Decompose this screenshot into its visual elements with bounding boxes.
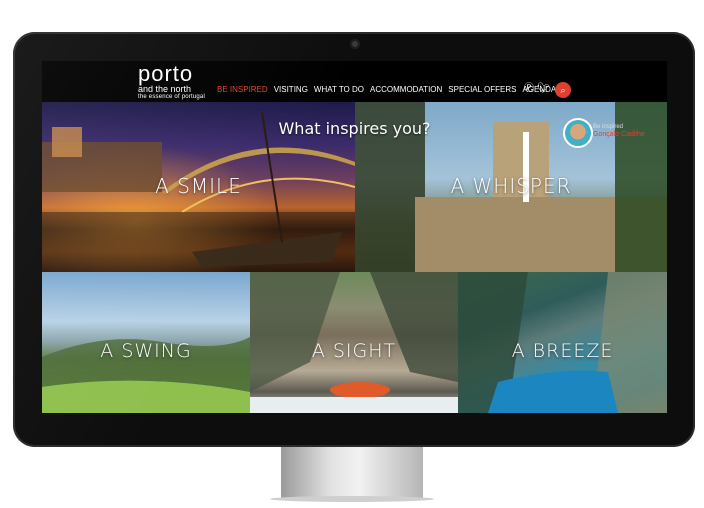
stand-shadow [270,496,434,502]
nav-item-accommodation[interactable]: ACCOMMODATION [370,85,442,94]
nav-item-special-offers[interactable]: SPECIAL OFFERS [448,85,516,94]
tile-label: A SWING [100,340,192,362]
tile-a-breeze[interactable]: A BREEZE [458,272,667,413]
avatar[interactable] [563,118,593,148]
pinterest-icon[interactable]: Ⓟ [523,83,535,95]
logo-title: porto [138,61,194,86]
nav-item-visiting[interactable]: VISITING [274,85,308,94]
search-icon[interactable]: ⌕ [555,82,571,98]
tile-a-sight[interactable]: A SIGHT [250,272,458,413]
website-screen: A SMILE A WHISPER A SWING A SIGHT A BREE… [42,61,667,413]
byline-name: Gonçalo Cadilhe [593,131,645,138]
webcam-icon [350,39,360,49]
top-navigation: porto and the north the essence of portu… [42,61,667,102]
nav-item-what-to-do[interactable]: WHAT TO DO [314,85,364,94]
tile-a-swing[interactable]: A SWING [42,272,250,413]
byline-prefix: Be inspired [593,124,624,130]
tile-label: A SIGHT [311,340,397,362]
logo-subtitle: and the north [138,84,192,94]
nav-item-be-inspired[interactable]: BE INSPIRED [217,85,268,94]
twitter-icon[interactable]: 🐦︎ [537,83,550,95]
logo-tagline: the essence of portugal [138,94,205,100]
hero-byline[interactable]: Be inspired Gonçalo Cadilhe [593,123,645,139]
main-menu: BE INSPIRED VISITING WHAT TO DO ACCOMMOD… [217,85,556,94]
site-logo[interactable]: porto and the north the essence of portu… [138,63,205,101]
tile-label: A SMILE [155,174,242,198]
monitor-stand [281,447,423,499]
tile-label: A BREEZE [511,340,614,362]
tile-label: A WHISPER [450,174,572,198]
